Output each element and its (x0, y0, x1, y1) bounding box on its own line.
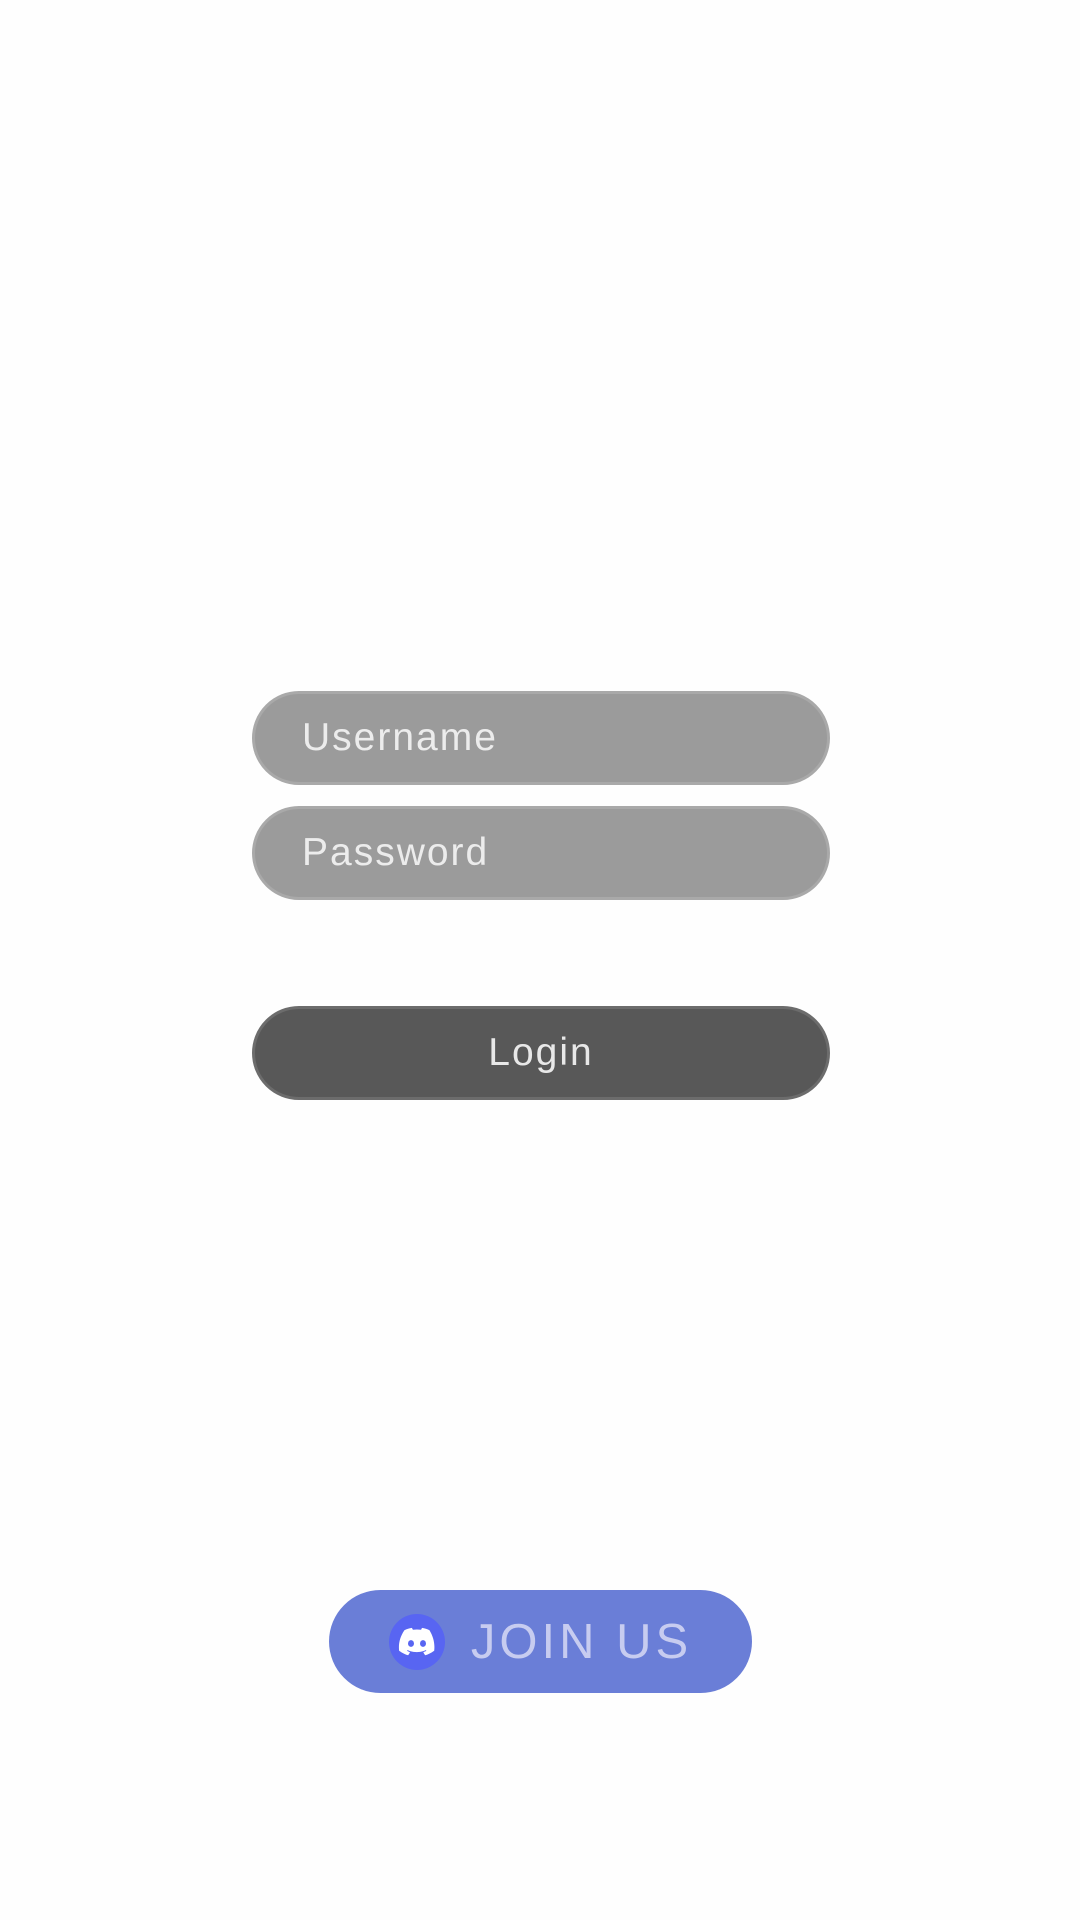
username-placeholder: Username (302, 716, 498, 759)
join-us-button[interactable]: JOIN US (329, 1590, 752, 1693)
login-button-label: Login (488, 1031, 594, 1074)
discord-icon (388, 1613, 445, 1670)
password-field[interactable]: Password (252, 806, 830, 900)
join-us-label: JOIN US (470, 1614, 693, 1669)
password-placeholder: Password (302, 831, 490, 874)
username-field[interactable]: Username (252, 691, 830, 785)
login-screen: Username Password Login JOIN US (0, 0, 1080, 1920)
login-button[interactable]: Login (252, 1006, 830, 1100)
